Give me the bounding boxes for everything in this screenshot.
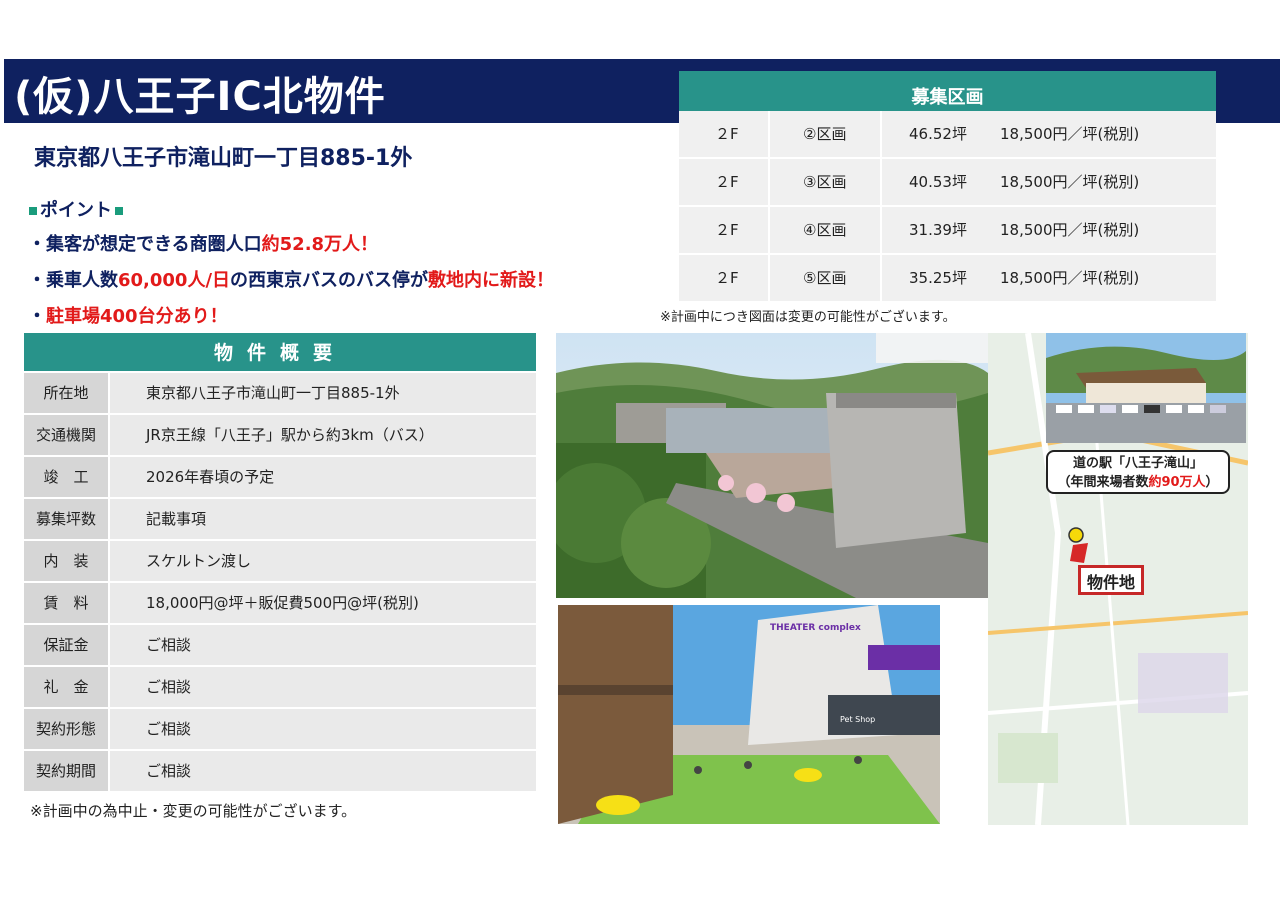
table-row: ２F ②区画 46.52坪 18,500円／坪(税別) <box>679 111 1216 157</box>
callout-highlight: 約90万人 <box>1148 475 1206 490</box>
aerial-rendering-illustration <box>556 333 988 598</box>
section-cell: ②区画 <box>803 125 847 143</box>
table-row: 契約期間 ご相談 <box>24 751 536 791</box>
price-cell: 18,500円／坪(税別) <box>1000 173 1140 191</box>
callout-line2: （年間来場者数約90万人） <box>1048 473 1228 492</box>
row-value: 東京都八王子市滝山町一丁目885-1外 <box>110 373 536 413</box>
table-row: ２F ④区画 31.39坪 18,500円／坪(税別) <box>679 207 1216 253</box>
square-bullet-icon <box>29 207 37 215</box>
plaza-rendering-image: THEATER complex Pet Shop <box>558 605 940 824</box>
row-value: スケルトン渡し <box>110 541 536 581</box>
point-highlight: 敷地内に新設！ <box>428 270 555 291</box>
price-cell: 18,500円／坪(税別) <box>1000 221 1140 239</box>
divider <box>768 111 770 157</box>
table-row: ２F ⑤区画 35.25坪 18,500円／坪(税別) <box>679 255 1216 301</box>
point-text: ・乗車人数 <box>28 270 118 291</box>
table-row: ２F ③区画 40.53坪 18,500円／坪(税別) <box>679 159 1216 205</box>
divider <box>880 207 882 253</box>
recruitment-heading: 募集区画 <box>911 87 984 108</box>
area-cell: 35.25坪 <box>909 269 967 287</box>
table-row: 保証金 ご相談 <box>24 625 536 665</box>
table-row: 竣 工 2026年春頃の予定 <box>24 457 536 497</box>
section-cell: ④区画 <box>803 221 847 239</box>
callout-text: ） <box>1205 475 1219 490</box>
overview-note: ※計画中の為中止・変更の可能性がございます。 <box>30 802 357 820</box>
recruitment-note: ※計画中につき図面は変更の可能性がございます。 <box>660 310 956 325</box>
divider <box>880 111 882 157</box>
point-text: の西東京バスのバス停が <box>230 270 429 291</box>
points-heading: ポイント <box>26 196 126 222</box>
row-value: ご相談 <box>110 751 536 791</box>
table-row: 募集坪数 記載事項 <box>24 499 536 539</box>
area-cell: 40.53坪 <box>909 173 967 191</box>
floor-cell: ２F <box>715 269 739 287</box>
roadside-station-illustration <box>1046 333 1246 443</box>
table-row: 礼 金ご相談 <box>24 667 536 707</box>
row-label: 募集坪数 <box>24 499 108 539</box>
area-cell: 31.39坪 <box>909 221 967 239</box>
points-heading-label: ポイント <box>40 200 112 221</box>
point-text: ・集客が想定できる商圏人口 <box>28 234 262 255</box>
row-label: 交通機関 <box>24 415 108 455</box>
divider <box>880 255 882 301</box>
table-row: 契約形態 ご相談 <box>24 709 536 749</box>
map-callout: 道の駅「八王子滝山」 （年間来場者数約90万人） <box>1046 450 1230 494</box>
section-cell: ⑤区画 <box>803 269 847 287</box>
row-value: ご相談 <box>110 667 536 707</box>
callout-line1: 道の駅「八王子滝山」 <box>1072 456 1203 471</box>
theater-sign: THEATER complex <box>770 623 861 633</box>
divider <box>768 207 770 253</box>
table-row: 交通機関 JR京王線「八王子」駅から約3km（バス） <box>24 415 536 455</box>
shop-sign: Pet Shop <box>840 715 876 724</box>
page-title: (仮)八王子IC北物件 <box>14 74 386 120</box>
table-row: 賃 料 18,000円@坪＋販促費500円@坪(税別) <box>24 583 536 623</box>
floor-cell: ２F <box>715 173 739 191</box>
point-highlight: 約52.8万人！ <box>261 234 379 255</box>
floor-cell: ２F <box>715 125 739 143</box>
row-label: 礼 金 <box>24 667 108 707</box>
row-value: 2026年春頃の予定 <box>110 457 536 497</box>
point-item: ・乗車人数60,000人/日の西東京バスのバス停が敷地内に新設！ <box>28 266 554 292</box>
row-label: 竣 工 <box>24 457 108 497</box>
row-value: 記載事項 <box>110 499 536 539</box>
row-label: 保証金 <box>24 625 108 665</box>
property-address: 東京都八王子市滝山町一丁目885-1外 <box>34 146 413 171</box>
site-label: 物件地 <box>1078 565 1144 595</box>
row-label: 内 装 <box>24 541 108 581</box>
square-bullet-icon <box>115 207 123 215</box>
row-value: ご相談 <box>110 709 536 749</box>
row-value: 18,000円@坪＋販促費500円@坪(税別) <box>110 583 536 623</box>
roadside-station-photo <box>1046 333 1246 443</box>
row-label: 契約期間 <box>24 751 108 791</box>
divider <box>768 255 770 301</box>
point-highlight: 駐車場400台分あり！ <box>46 306 228 327</box>
table-row: 内 装スケルトン渡し <box>24 541 536 581</box>
divider <box>880 159 882 205</box>
row-label: 所在地 <box>24 373 108 413</box>
plaza-rendering-illustration <box>558 605 940 824</box>
price-cell: 18,500円／坪(税別) <box>1000 269 1140 287</box>
point-highlight: 60,000人/日 <box>118 270 231 291</box>
divider <box>768 159 770 205</box>
overview-heading: 物件概要 <box>213 342 346 364</box>
aerial-rendering-image <box>556 333 988 598</box>
section-cell: ③区画 <box>803 173 847 191</box>
callout-text: （年間来場者数 <box>1057 475 1149 490</box>
table-row: 所在地 東京都八王子市滝山町一丁目885-1外 <box>24 373 536 413</box>
row-value: ご相談 <box>110 625 536 665</box>
point-text: ・ <box>28 306 46 327</box>
row-value: JR京王線「八王子」駅から約3km（バス） <box>110 415 536 455</box>
floor-cell: ２F <box>715 221 739 239</box>
point-item: ・集客が想定できる商圏人口約52.8万人！ <box>28 230 378 256</box>
row-label: 契約形態 <box>24 709 108 749</box>
point-item: ・駐車場400台分あり！ <box>28 302 228 328</box>
area-cell: 46.52坪 <box>909 125 967 143</box>
row-label: 賃 料 <box>24 583 108 623</box>
price-cell: 18,500円／坪(税別) <box>1000 125 1140 143</box>
